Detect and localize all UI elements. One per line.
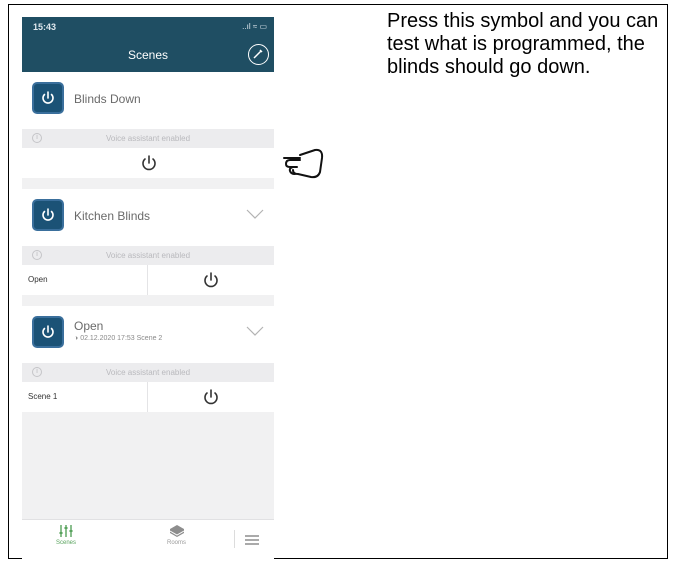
tab-bar: Scenes Rooms: [22, 519, 274, 561]
tab-scenes-label: Scenes: [56, 540, 77, 546]
status-icons: ..ıl ≈ ▭: [242, 22, 267, 31]
tab-scenes[interactable]: Scenes: [56, 524, 76, 546]
voice-assistant-row: i Voice assistant enabled: [22, 129, 274, 148]
scene-name: Kitchen Blinds: [74, 209, 151, 223]
voice-assistant-row: i Voice assistant enabled: [22, 363, 274, 382]
action-label[interactable]: Scene 1: [28, 392, 57, 401]
scene-action-row: [22, 148, 274, 178]
action-label[interactable]: Open: [28, 275, 48, 284]
scene-card-open: Open ◑ 02.12.2020 17:53 Scene 2 i Voice …: [22, 306, 274, 412]
scene-header[interactable]: Blinds Down: [22, 72, 274, 129]
phone-screen: 15:43 ..ıl ≈ ▭ Scenes Blinds Down i Voic…: [22, 17, 274, 561]
divider: [147, 382, 148, 412]
scenes-sliders-icon: [59, 525, 73, 537]
rooms-house-icon: [169, 525, 184, 537]
tab-rooms[interactable]: Rooms: [167, 524, 186, 546]
edit-icon[interactable]: [248, 44, 269, 65]
scene-action-row: Scene 1: [22, 382, 274, 412]
voice-assistant-label: Voice assistant enabled: [105, 134, 191, 143]
page-title: Scenes: [127, 48, 169, 62]
tab-rooms-label: Rooms: [167, 540, 187, 546]
status-bar: 15:43 ..ıl ≈ ▭: [22, 17, 274, 40]
scene-card-blinds-down: Blinds Down i Voice assistant enabled: [22, 72, 274, 178]
divider: [147, 265, 148, 295]
nav-bar: Scenes: [22, 40, 274, 72]
scene-subtitle: ◑ 02.12.2020 17:53 Scene 2: [74, 335, 162, 342]
instruction-text: Press this symbol and you can test what …: [387, 10, 659, 78]
pointing-hand-icon: [283, 148, 324, 179]
power-button[interactable]: [202, 388, 220, 406]
status-time: 15:43: [33, 22, 57, 32]
scene-action-row: Open: [22, 265, 274, 295]
scene-name: Blinds Down: [74, 92, 141, 106]
scene-header[interactable]: Kitchen Blinds: [22, 189, 274, 246]
chevron-down-icon[interactable]: [246, 209, 264, 219]
scene-header[interactable]: Open ◑ 02.12.2020 17:53 Scene 2: [22, 306, 274, 363]
scene-card-kitchen-blinds: Kitchen Blinds i Voice assistant enabled…: [22, 189, 274, 295]
scene-power-icon[interactable]: [32, 316, 64, 348]
test-scene-power-button[interactable]: [140, 154, 158, 172]
chevron-down-icon[interactable]: [246, 326, 264, 336]
divider: [234, 530, 235, 548]
power-button[interactable]: [202, 271, 220, 289]
voice-assistant-label: Voice assistant enabled: [105, 251, 191, 260]
voice-assistant-row: i Voice assistant enabled: [22, 246, 274, 265]
scene-power-icon[interactable]: [32, 82, 64, 114]
scene-subtitle-text: 02.12.2020 17:53 Scene 2: [80, 335, 163, 342]
scene-name: Open: [74, 319, 104, 333]
scene-power-icon[interactable]: [32, 199, 64, 231]
voice-assistant-label: Voice assistant enabled: [105, 368, 191, 377]
hamburger-menu-icon[interactable]: [244, 534, 260, 546]
